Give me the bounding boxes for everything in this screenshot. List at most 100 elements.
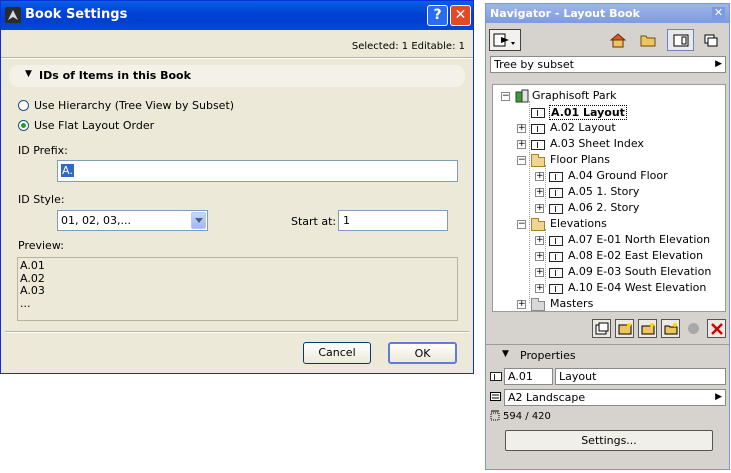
layout-icon bbox=[549, 188, 563, 198]
tree-guide-line bbox=[545, 165, 546, 207]
expand-icon[interactable]: + bbox=[535, 252, 544, 261]
preview-line: A.03 bbox=[20, 284, 45, 297]
layout-name-value: Layout bbox=[559, 370, 597, 383]
dialog-title-bar[interactable]: Book Settings ? ✕ bbox=[1, 1, 473, 30]
layout-icon bbox=[673, 34, 689, 47]
master-icon bbox=[490, 392, 501, 401]
tree-label: A.03 Sheet Index bbox=[550, 137, 644, 150]
collapse-icon[interactable]: − bbox=[517, 220, 526, 229]
radio-hierarchy-label: Use Hierarchy (Tree View by Subset) bbox=[34, 99, 235, 112]
preview-label: Preview: bbox=[18, 239, 64, 252]
chevron-down-icon[interactable] bbox=[191, 212, 206, 229]
tree-label: A.08 E-02 East Elevation bbox=[568, 249, 704, 262]
expand-icon[interactable]: + bbox=[535, 188, 544, 197]
radio-hierarchy-button[interactable] bbox=[18, 100, 29, 111]
arrow-right-icon bbox=[493, 33, 515, 47]
start-at-value: 1 bbox=[343, 214, 350, 227]
settings-button[interactable]: Settings... bbox=[505, 430, 713, 451]
arrow-right-icon[interactable]: ▶ bbox=[715, 390, 722, 405]
layout-book-button[interactable] bbox=[667, 29, 694, 51]
help-button[interactable]: ? bbox=[427, 5, 448, 26]
project-map-button[interactable] bbox=[605, 30, 632, 52]
folder-icon bbox=[531, 298, 545, 311]
close-icon[interactable]: ✕ bbox=[712, 7, 725, 20]
collapse-triangle-icon[interactable]: ▼ bbox=[25, 69, 32, 79]
tree-label: Elevations bbox=[550, 217, 607, 230]
layout-id-field[interactable]: A.01 bbox=[504, 368, 553, 385]
cancel-button[interactable]: Cancel bbox=[303, 342, 371, 364]
new-master-icon bbox=[641, 323, 655, 335]
publisher-sets-button[interactable] bbox=[698, 30, 725, 52]
layout-name-field[interactable]: Layout bbox=[555, 368, 726, 385]
navigator-title-bar[interactable]: Navigator - Layout Book ✕ bbox=[486, 4, 729, 23]
expand-icon[interactable]: + bbox=[535, 236, 544, 245]
tree-label: A.06 2. Story bbox=[568, 201, 640, 214]
tree-label-selected: A.01 Layout bbox=[549, 105, 627, 120]
expand-icon[interactable]: + bbox=[535, 172, 544, 181]
layout-size-text: 594 / 420 bbox=[503, 411, 551, 422]
tree-guide-line bbox=[529, 101, 530, 303]
id-prefix-input[interactable]: A. bbox=[57, 160, 458, 182]
tree-label: A.07 E-01 North Elevation bbox=[568, 233, 711, 246]
new-folder-button[interactable] bbox=[661, 319, 680, 338]
new-master-button[interactable] bbox=[638, 319, 657, 338]
app-logo-icon bbox=[5, 7, 21, 23]
preview-box: A.01 A.02 A.03 ... bbox=[17, 257, 458, 321]
new-subset-button[interactable] bbox=[592, 319, 611, 338]
properties-collapse-icon[interactable]: ▼ bbox=[502, 349, 509, 359]
ok-button[interactable]: OK bbox=[388, 342, 457, 364]
tree-label: A.10 E-04 West Elevation bbox=[568, 281, 707, 294]
collapse-icon[interactable]: − bbox=[517, 156, 526, 165]
new-layout-icon bbox=[618, 323, 632, 335]
navigator-palette: Navigator - Layout Book ✕ Tree by subset… bbox=[485, 3, 730, 470]
layout-icon bbox=[549, 236, 563, 246]
new-subset-icon bbox=[595, 322, 609, 335]
arrow-right-icon[interactable]: ▶ bbox=[715, 57, 722, 72]
preview-line: A.01 bbox=[20, 259, 45, 272]
tree-guide-line bbox=[545, 229, 546, 287]
section-header[interactable]: ▼ IDs of Items in this Book bbox=[9, 65, 465, 87]
delete-icon bbox=[711, 323, 723, 335]
properties-title: Properties bbox=[520, 349, 576, 362]
view-mode-select[interactable]: Tree by subset ▶ bbox=[490, 56, 726, 73]
id-style-label: ID Style: bbox=[18, 193, 65, 206]
view-map-button[interactable] bbox=[635, 30, 662, 52]
start-at-input[interactable]: 1 bbox=[338, 210, 448, 231]
navigator-title: Navigator - Layout Book bbox=[490, 7, 640, 20]
expand-icon[interactable]: + bbox=[535, 204, 544, 213]
expand-icon[interactable]: + bbox=[535, 268, 544, 277]
expand-icon[interactable]: + bbox=[517, 124, 526, 133]
layout-icon bbox=[531, 124, 545, 134]
house-icon bbox=[610, 33, 626, 48]
divider bbox=[5, 331, 469, 333]
building-icon bbox=[515, 89, 529, 103]
tree-label: A.05 1. Story bbox=[568, 185, 640, 198]
dialog-title: Book Settings bbox=[25, 7, 128, 22]
collapse-icon[interactable]: − bbox=[501, 92, 510, 101]
divider bbox=[1, 57, 473, 59]
new-folder-icon bbox=[664, 323, 678, 335]
close-button[interactable]: ✕ bbox=[450, 5, 471, 26]
selection-info: Selected: 1 Editable: 1 bbox=[351, 41, 465, 52]
layout-tree[interactable]: − Graphisoft Park A.01 Layout + A.02 Lay… bbox=[492, 84, 726, 312]
id-prefix-label: ID Prefix: bbox=[18, 144, 68, 157]
id-style-select[interactable]: 01, 02, 03,... bbox=[57, 210, 208, 231]
radio-flat-button[interactable] bbox=[18, 120, 29, 131]
layout-icon bbox=[490, 372, 502, 381]
radio-flat-label: Use Flat Layout Order bbox=[34, 119, 155, 132]
publish-menu-button[interactable] bbox=[489, 29, 521, 51]
master-select[interactable]: A2 Landscape ▶ bbox=[504, 389, 726, 406]
id-prefix-value: A. bbox=[61, 164, 74, 177]
expand-icon[interactable]: + bbox=[535, 284, 544, 293]
layout-icon bbox=[549, 204, 563, 214]
view-mode-value: Tree by subset bbox=[494, 58, 574, 71]
divider bbox=[486, 344, 729, 345]
delete-button[interactable] bbox=[707, 319, 726, 338]
settings-dot-button[interactable] bbox=[684, 319, 703, 338]
new-layout-button[interactable] bbox=[615, 319, 634, 338]
expand-icon[interactable]: + bbox=[517, 300, 526, 309]
tree-label: A.04 Ground Floor bbox=[568, 169, 668, 182]
expand-icon[interactable]: + bbox=[517, 140, 526, 149]
tree-label: Masters bbox=[550, 297, 594, 310]
layout-icon bbox=[549, 252, 563, 262]
